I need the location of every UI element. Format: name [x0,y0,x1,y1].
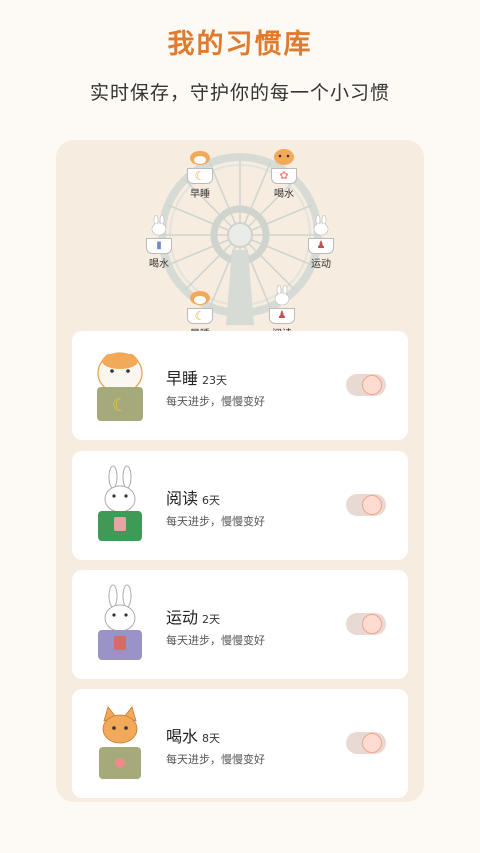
habit-name: 运动 [166,608,199,627]
person-icon: ♟ [269,308,295,324]
ferris-wheel: ☾ 早睡 ✿ 喝水 ▮ 喝水 ♟ 运动 ☾ 早睡 ♟ 阅读 [56,140,424,340]
wheel-cabin: ☾ 早睡 [177,145,223,200]
habit-name: 早睡 [166,369,199,388]
bottle-icon: ▮ [146,238,172,254]
habit-card[interactable]: 运动 2天 每天进步，慢慢变好 [72,570,408,679]
wheel-cabin: ▮ 喝水 [136,214,182,270]
habit-days: 6天 [202,494,221,507]
cat-in-pocket-icon: ☾ [97,352,143,421]
rabbit-icon [274,284,290,306]
cat-in-pocket-icon [99,706,141,779]
rabbit-icon [151,214,167,236]
person-icon: ♟ [308,238,334,254]
flower-icon [362,733,382,753]
svg-text:☾: ☾ [112,395,128,416]
habit-toggle[interactable] [346,613,386,635]
wheel-cabin-label: 喝水 [149,259,169,270]
habit-days: 8天 [202,732,221,745]
habit-days: 23天 [202,374,228,387]
wheel-cabin-label: 喝水 [274,189,294,200]
flower-icon: ✿ [271,168,297,184]
habit-toggle[interactable] [346,732,386,754]
habit-name: 喝水 [166,727,199,746]
habit-panel: ☾ 早睡 ✿ 喝水 ▮ 喝水 ♟ 运动 ☾ 早睡 ♟ 阅读 [56,140,424,802]
wheel-cabin-label: 早睡 [190,189,210,200]
wheel-cabin-label: 运动 [311,259,331,270]
flower-icon [362,495,382,515]
cat-icon [190,151,210,165]
habit-description: 每天进步，慢慢变好 [166,515,265,528]
habit-card[interactable]: ☾ 早睡 23天 每天进步，慢慢变好 [72,331,408,440]
moon-icon: ☾ [187,308,213,324]
page-subtitle: 实时保存，守护你的每一个小习惯 [89,82,390,104]
habit-description: 每天进步，慢慢变好 [166,753,265,766]
habit-card[interactable]: 喝水 8天 每天进步，慢慢变好 [72,689,408,798]
ferris-wheel-graphic [158,153,322,325]
habit-description: 每天进步，慢慢变好 [166,634,265,647]
habit-description: 每天进步，慢慢变好 [166,395,265,408]
page-title: 我的习惯库 [167,29,313,60]
habit-toggle[interactable] [346,374,386,396]
flower-icon [362,614,382,634]
habit-name: 阅读 [166,489,199,508]
cat-icon [190,291,210,305]
wheel-cabin: ♟ 运动 [298,214,344,270]
rabbit-in-pocket-icon [98,584,142,660]
cat-icon [274,149,294,165]
rabbit-in-pocket-icon [98,465,142,541]
wheel-cabin: ✿ 喝水 [261,145,307,200]
flower-icon [362,375,382,395]
moon-icon: ☾ [187,168,213,184]
habit-toggle[interactable] [346,494,386,516]
habit-card[interactable]: 阅读 6天 每天进步，慢慢变好 [72,451,408,560]
rabbit-icon [313,214,329,236]
habit-days: 2天 [202,613,221,626]
